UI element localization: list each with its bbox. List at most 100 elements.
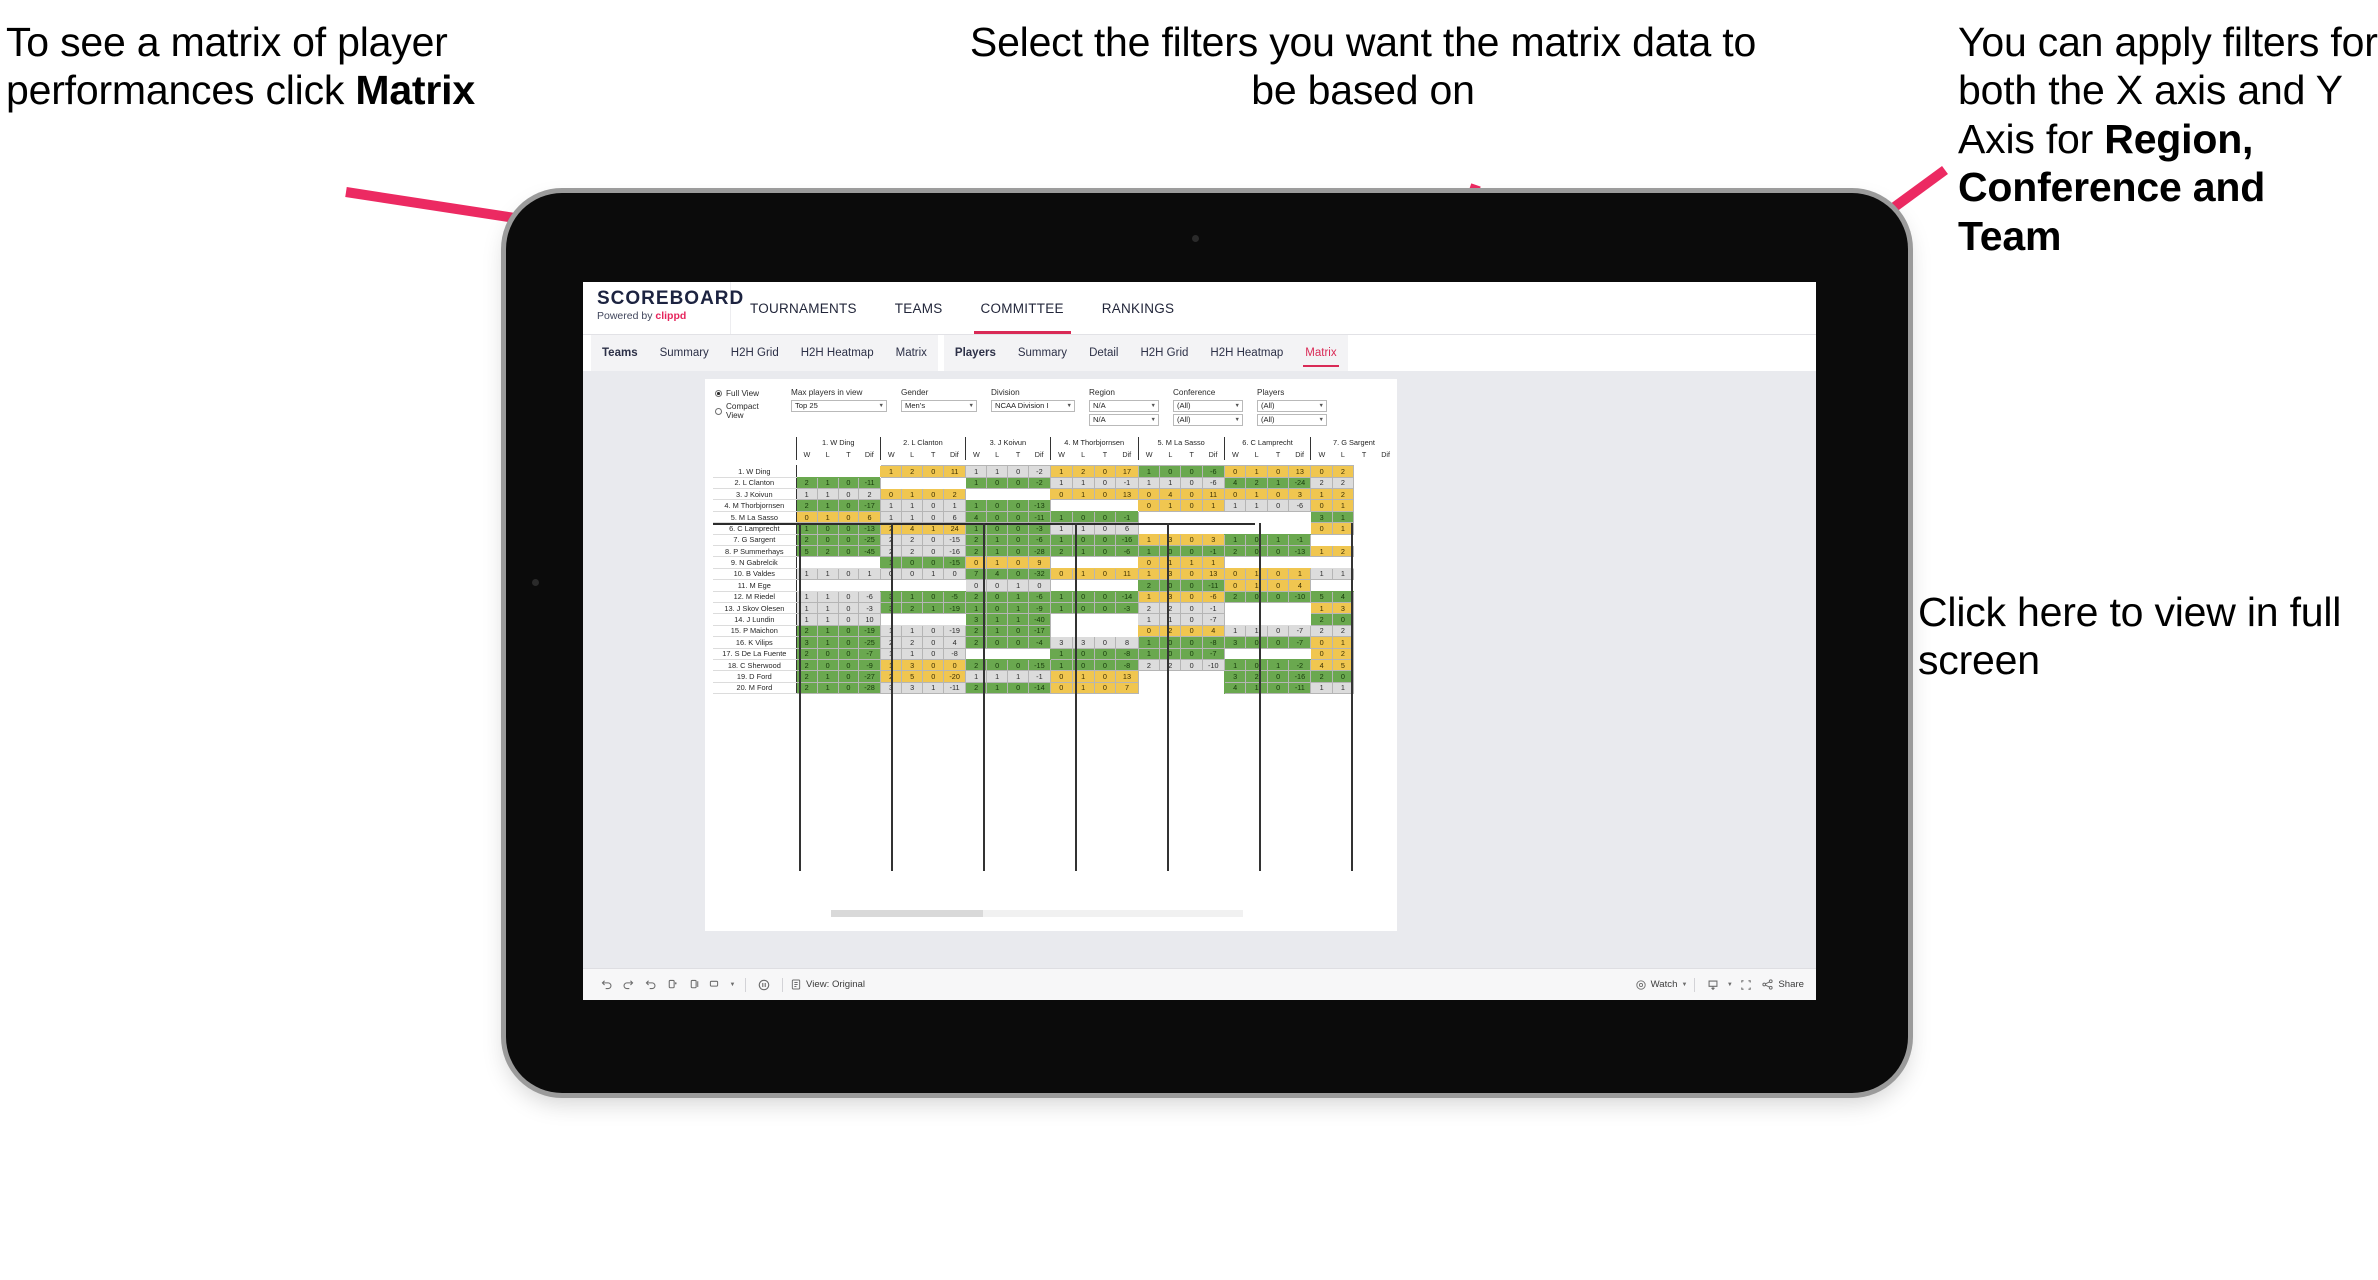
matrix-cell-t[interactable]: 0 [837, 658, 860, 672]
filter-players-x-select[interactable]: (All) ▼ [1257, 399, 1327, 412]
matrix-cell-t[interactable]: 0 [1007, 556, 1030, 569]
matrix-cell-t[interactable]: 1 [1007, 590, 1030, 603]
presentation-dropdown-icon[interactable]: ▼ [727, 974, 738, 996]
radio-full-view-icon[interactable] [715, 390, 722, 397]
filter-max-players-select[interactable]: Top 25 ▼ [791, 399, 887, 412]
matrix-cell-t[interactable]: 0 [837, 590, 860, 603]
matrix-cell-l[interactable]: 0 [1159, 647, 1182, 660]
matrix-cell-dif[interactable]: -6 [1028, 590, 1051, 603]
matrix-cell-t[interactable]: 0 [1007, 510, 1030, 524]
matrix-cell-l[interactable]: 0 [986, 510, 1009, 524]
matrix-cell-l[interactable]: 3 [1159, 533, 1182, 547]
matrix-cell-w[interactable]: 3 [1223, 636, 1247, 649]
matrix-cell-dif[interactable]: -14 [1028, 681, 1051, 695]
matrix-cell-l[interactable]: 0 [816, 647, 839, 660]
view-mode-full[interactable]: Full View [715, 389, 777, 398]
matrix-cell-l[interactable]: 1 [986, 624, 1009, 638]
matrix-cell-dif[interactable]: 11 [1201, 488, 1225, 501]
matrix-cell-w[interactable]: 2 [1223, 590, 1247, 603]
matrix-cell-t[interactable]: 0 [1007, 636, 1030, 649]
subnav-item-matrix[interactable]: Matrix [1294, 335, 1347, 371]
matrix-cell-l[interactable]: 2 [901, 636, 924, 649]
matrix-cell-dif[interactable]: 11 [1115, 567, 1139, 581]
matrix-cell-l[interactable]: 1 [1071, 488, 1095, 501]
matrix-cell-t[interactable]: 0 [837, 681, 860, 695]
matrix-cell-dif[interactable]: -3 [1115, 601, 1139, 615]
matrix-cell-t[interactable]: 0 [922, 533, 945, 547]
matrix-cell-dif[interactable]: -13 [1028, 499, 1051, 512]
matrix-table-container[interactable]: 1. W Ding 2. L Clanton 3. J Koivun 4. M Tho… [705, 437, 1397, 907]
matrix-cell-t[interactable]: 0 [1007, 624, 1030, 638]
matrix-cell-l[interactable]: 5 [901, 670, 924, 683]
matrix-cell-t[interactable]: 0 [1266, 670, 1290, 683]
matrix-cell-w[interactable]: 1 [1137, 613, 1161, 626]
matrix-cell-t[interactable]: 0 [1093, 670, 1117, 683]
matrix-cell-l[interactable]: 2 [1159, 658, 1182, 672]
matrix-cell-w[interactable]: 2 [1310, 624, 1333, 638]
redo-icon[interactable] [617, 974, 639, 996]
matrix-cell-t[interactable]: 0 [1180, 465, 1203, 478]
subnav-item-h2h-heatmap[interactable]: H2H Heatmap [790, 335, 885, 371]
matrix-cell-t[interactable]: 0 [1180, 567, 1203, 581]
refresh-icon[interactable] [661, 974, 683, 996]
matrix-cell-t[interactable]: 0 [1180, 544, 1203, 558]
matrix-cell-l[interactable]: 1 [1331, 499, 1355, 512]
matrix-cell-w[interactable]: 0 [1049, 567, 1073, 581]
matrix-cell-t[interactable]: 0 [1180, 579, 1203, 592]
matrix-cell-dif[interactable]: -20 [943, 670, 966, 683]
matrix-cell-l[interactable]: 0 [1159, 579, 1182, 592]
table-row[interactable]: 19. D Ford210-27250-20111-101013320-1620 [713, 670, 1397, 683]
filter-region-y-select[interactable]: N/A ▼ [1089, 413, 1159, 426]
matrix-cell-w[interactable]: 1 [795, 488, 818, 501]
matrix-cell-dif[interactable]: 3 [1201, 533, 1225, 547]
matrix-cell-dif[interactable]: 13 [1115, 488, 1139, 501]
matrix-cell-t[interactable]: 1 [1007, 601, 1030, 615]
matrix-cell-t[interactable]: 0 [1180, 476, 1203, 490]
matrix-cell-l[interactable]: 1 [1159, 613, 1182, 626]
matrix-cell-w[interactable]: 2 [795, 499, 818, 512]
matrix-cell-dif[interactable]: 0 [1028, 579, 1051, 592]
matrix-cell-t[interactable]: 0 [1007, 499, 1030, 512]
filter-division-select[interactable]: NCAA Division I ▼ [991, 399, 1075, 412]
matrix-cell-w[interactable]: 0 [1223, 488, 1247, 501]
matrix-cell-dif[interactable]: 3 [1288, 488, 1312, 501]
matrix-cell-w[interactable]: 1 [1223, 624, 1247, 638]
matrix-cell-l[interactable]: 1 [816, 476, 839, 490]
matrix-cell-t[interactable]: 0 [1093, 465, 1117, 478]
matrix-cell-w[interactable]: 1 [1049, 465, 1073, 478]
matrix-cell-dif[interactable]: 7 [1115, 681, 1139, 695]
matrix-cell-w[interactable]: 2 [1310, 670, 1333, 683]
matrix-cell-w[interactable]: 0 [1223, 465, 1247, 478]
subnav-item-h2h-grid[interactable]: H2H Grid [1129, 335, 1199, 371]
matrix-cell-dif[interactable]: 10 [858, 613, 881, 626]
matrix-cell-dif[interactable]: -25 [858, 533, 881, 547]
matrix-cell-l[interactable]: 1 [986, 681, 1009, 695]
matrix-cell-l[interactable]: 0 [1159, 465, 1182, 478]
view-mode-compact[interactable]: Compact View [715, 402, 777, 420]
matrix-cell-w[interactable]: 2 [1049, 544, 1073, 558]
matrix-cell-l[interactable]: 1 [901, 488, 924, 501]
matrix-cell-dif[interactable]: -6 [1115, 544, 1139, 558]
matrix-cell-w[interactable]: 2 [1137, 579, 1161, 592]
matrix-cell-dif[interactable]: -7 [1201, 613, 1225, 626]
matrix-cell-dif[interactable]: 11 [943, 465, 966, 478]
matrix-cell-dif[interactable]: -11 [858, 476, 881, 490]
matrix-cell-w[interactable]: 2 [1310, 613, 1333, 626]
matrix-cell-l[interactable]: 0 [816, 658, 839, 672]
matrix-cell-dif[interactable]: -7 [1201, 647, 1225, 660]
matrix-cell-dif[interactable]: 6 [858, 510, 881, 524]
download-icon[interactable] [1702, 974, 1724, 996]
matrix-cell-l[interactable]: 2 [1159, 624, 1182, 638]
matrix-cell-t[interactable]: 0 [922, 658, 945, 672]
matrix-cell-dif[interactable]: -3 [858, 601, 881, 615]
matrix-cell-t[interactable]: 0 [1180, 499, 1203, 512]
matrix-cell-t[interactable]: 0 [1093, 590, 1117, 603]
matrix-cell-w[interactable]: 4 [1223, 681, 1247, 695]
matrix-cell-l[interactable]: 1 [1159, 499, 1182, 512]
matrix-cell-t[interactable]: 0 [837, 476, 860, 490]
matrix-cell-l[interactable]: 1 [901, 590, 924, 603]
matrix-cell-dif[interactable]: 4 [943, 636, 966, 649]
matrix-cell-w[interactable]: 1 [964, 499, 988, 512]
matrix-cell-w[interactable]: 0 [1310, 465, 1333, 478]
matrix-cell-l[interactable]: 4 [1159, 488, 1182, 501]
